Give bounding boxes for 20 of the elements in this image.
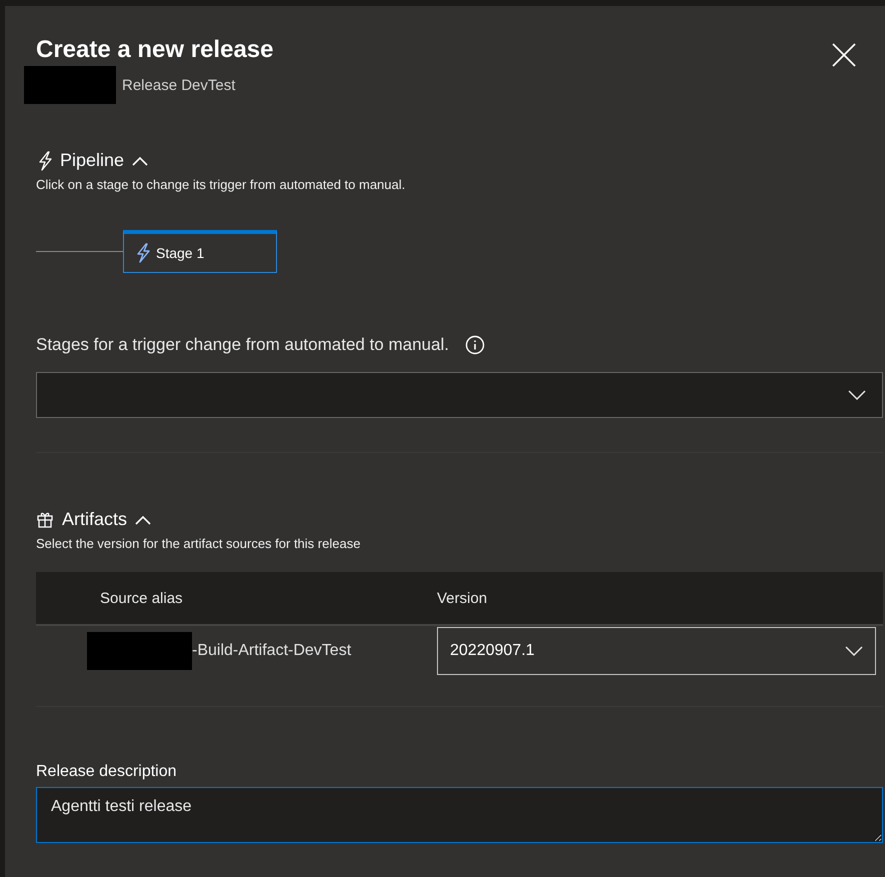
chevron-up-icon[interactable] bbox=[135, 514, 152, 524]
chevron-down-icon[interactable] bbox=[845, 646, 863, 656]
field-label: Stages for a trigger change from automated to manual. bbox=[36, 335, 449, 355]
column-header: Source alias bbox=[100, 590, 183, 606]
gift-icon bbox=[36, 510, 54, 528]
description-field[interactable]: Agentti testi release bbox=[36, 787, 883, 843]
dialog-title: Create a new release bbox=[36, 36, 274, 64]
section-heading: Pipeline bbox=[60, 150, 124, 171]
info-icon[interactable] bbox=[464, 335, 485, 355]
field-label: Release description bbox=[36, 763, 178, 781]
section-heading: Artifacts bbox=[62, 509, 128, 530]
column-header: Version bbox=[437, 590, 488, 606]
section-description: Select the version for the artifact sources for this release bbox=[36, 536, 362, 551]
chevron-up-icon[interactable] bbox=[132, 156, 148, 166]
chevron-down-icon[interactable] bbox=[848, 390, 866, 400]
source-alias: -Build-Artifact-DevTest bbox=[192, 642, 352, 660]
version-dropdown[interactable]: 20220907.1 bbox=[437, 627, 876, 675]
stage-node[interactable]: Stage 1 bbox=[123, 230, 277, 273]
section-description: Click on a stage to change its trigger from automated to manual. bbox=[36, 177, 406, 192]
pipeline-name: Release DevTest bbox=[122, 76, 236, 94]
